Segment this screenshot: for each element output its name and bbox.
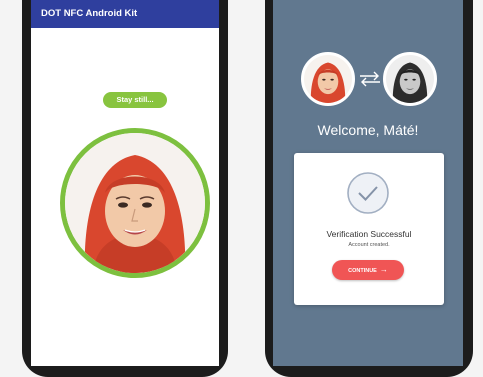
app-bar: DOT NFC Android Kit bbox=[31, 0, 219, 28]
right-screen: Welcome, Máté! Verification Successful A… bbox=[273, 0, 463, 366]
swap-arrows-icon bbox=[360, 71, 380, 87]
check-circle-icon bbox=[347, 172, 389, 214]
face-capture-ring bbox=[60, 128, 210, 278]
document-photo-avatar bbox=[383, 52, 437, 106]
document-face-photo bbox=[386, 55, 434, 103]
continue-button[interactable]: CONTINUE → bbox=[332, 260, 404, 280]
status-pill: Stay still... bbox=[103, 92, 167, 108]
phone-right: Welcome, Máté! Verification Successful A… bbox=[265, 0, 473, 377]
face-photo bbox=[65, 133, 205, 273]
arrow-right-icon: → bbox=[379, 265, 388, 274]
face-photo-small bbox=[304, 55, 352, 103]
verification-title: Verification Successful bbox=[326, 229, 412, 239]
left-screen: DOT NFC Android Kit Stay still... bbox=[31, 0, 219, 366]
verification-subtitle: Account created. bbox=[348, 242, 390, 248]
continue-button-label: CONTINUE bbox=[348, 268, 377, 274]
phone-left: DOT NFC Android Kit Stay still... bbox=[22, 0, 228, 377]
welcome-heading: Welcome, Máté! bbox=[317, 122, 419, 138]
verification-card: Verification Successful Account created.… bbox=[294, 153, 444, 305]
app-title: DOT NFC Android Kit bbox=[41, 8, 138, 19]
captured-face-avatar bbox=[301, 52, 355, 106]
